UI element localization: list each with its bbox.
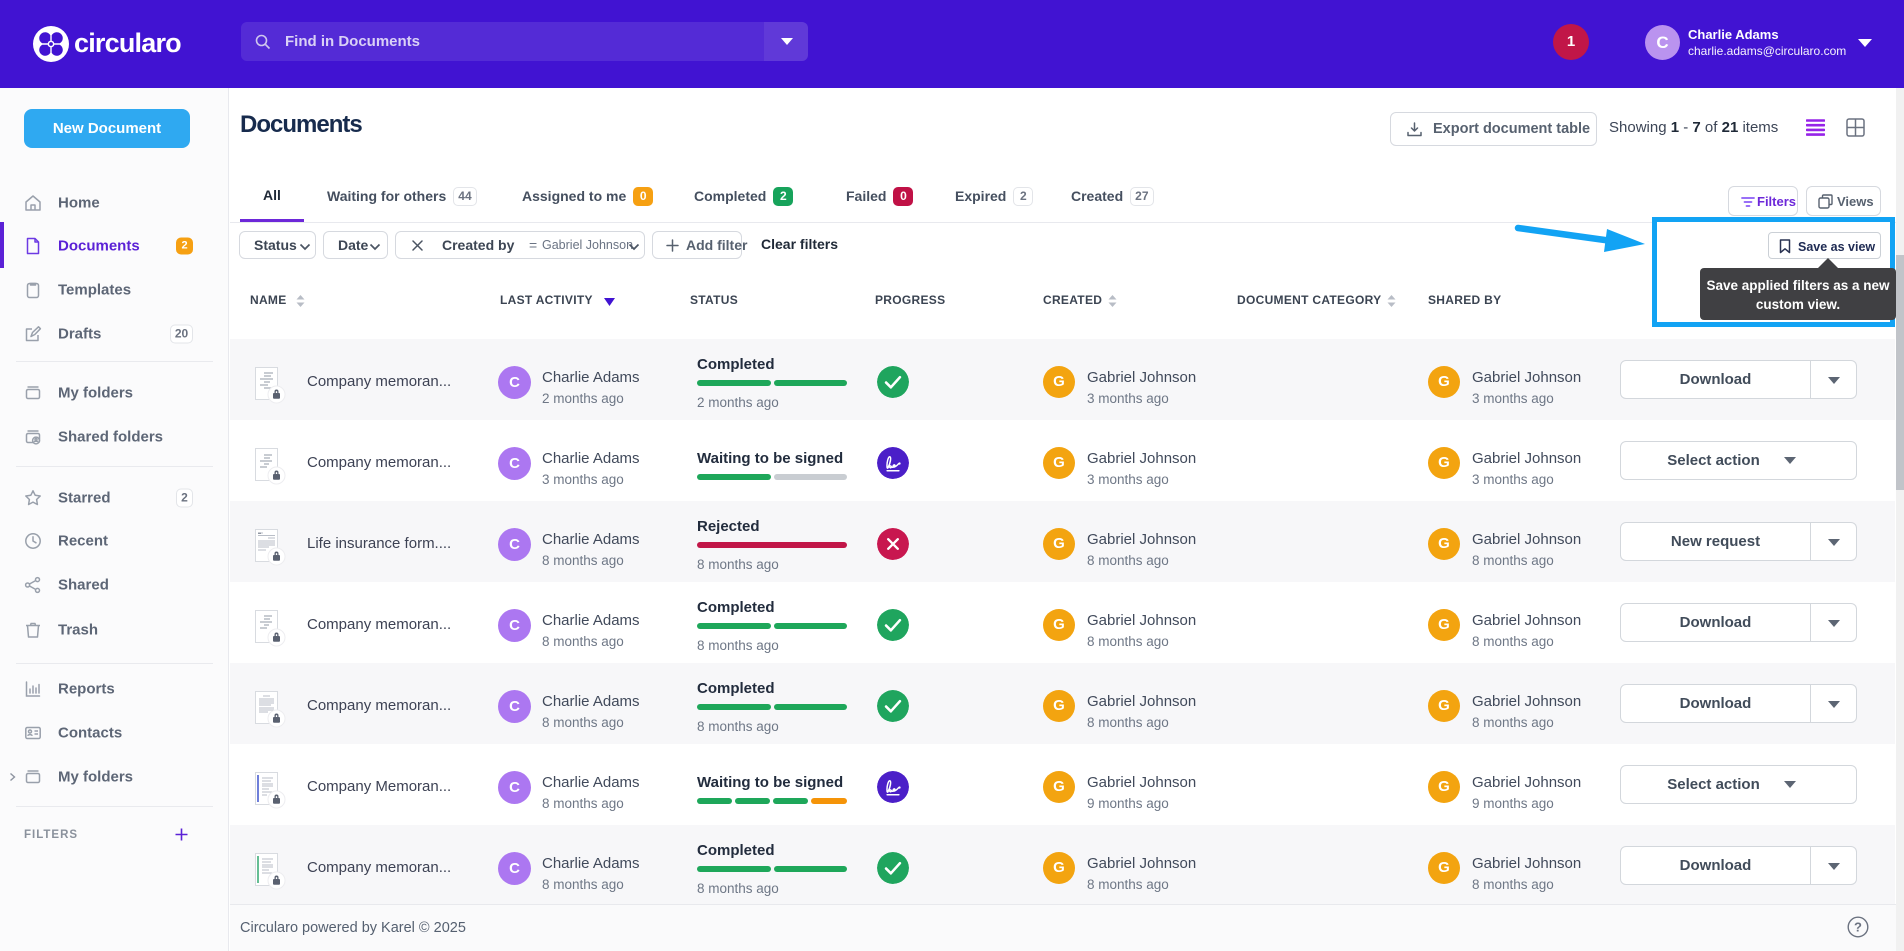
svg-text:?: ?	[1854, 920, 1862, 935]
